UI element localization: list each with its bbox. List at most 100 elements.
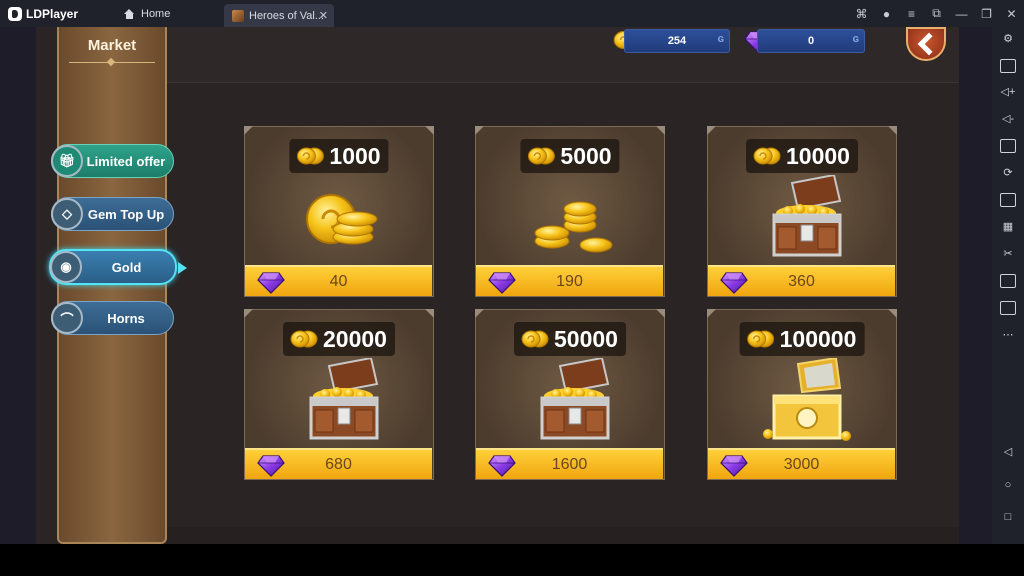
offer-card[interactable]: 20000 680 bbox=[244, 309, 434, 480]
emulator-toolbar: ⚙ ◁+ ◁- ⟳ ▦ ✂ ⋯ ◁ ○ □ bbox=[992, 27, 1024, 544]
gem-balance-value: 0 bbox=[807, 35, 815, 47]
offer-amount: 50000 bbox=[514, 322, 626, 356]
nav-gold-label: Gold bbox=[111, 259, 142, 275]
window-controls: ⌘ ● ≡ ⧉ — ❐ ✕ bbox=[849, 0, 1024, 27]
screen-record-icon[interactable]: ⧉ bbox=[924, 6, 949, 21]
restore-icon[interactable]: ❐ bbox=[974, 7, 999, 21]
menu-icon[interactable]: ≡ bbox=[899, 7, 924, 21]
price-button[interactable]: 360 bbox=[708, 265, 895, 296]
price-button[interactable]: 1600 bbox=[476, 448, 663, 479]
offer-card[interactable]: 1000 40 bbox=[244, 126, 434, 297]
scissors-icon[interactable]: ✂ bbox=[1000, 247, 1016, 261]
account-icon[interactable]: ● bbox=[874, 7, 899, 21]
nav-gold[interactable]: ◉ Gold bbox=[49, 249, 187, 285]
close-window-icon[interactable]: ✕ bbox=[999, 7, 1024, 21]
screenshot-icon[interactable] bbox=[1000, 139, 1016, 153]
offer-amount-value: 1000 bbox=[329, 142, 381, 169]
price-button[interactable]: 3000 bbox=[708, 448, 895, 479]
close-tab-icon[interactable]: ✕ bbox=[319, 9, 328, 22]
offer-amount: 10000 bbox=[746, 139, 858, 173]
game-viewport: 254 ɢ 0 ɢ Market 🎁︎ Limited offer ◇ Gem … bbox=[0, 27, 992, 544]
offer-card[interactable]: 50000 1600 bbox=[475, 309, 665, 480]
treasure-chest-icon bbox=[516, 358, 626, 443]
nav-gem-top-up-label: Gem Top Up bbox=[87, 206, 165, 222]
market-title: Market bbox=[87, 37, 137, 54]
android-recents-icon[interactable]: □ bbox=[1000, 510, 1016, 524]
golden-chest-icon bbox=[748, 358, 858, 443]
offer-amount: 5000 bbox=[520, 139, 620, 173]
nav-limited-offer-label: Limited offer bbox=[86, 153, 166, 169]
horn-icon: ⌒ bbox=[51, 302, 83, 334]
fps-icon[interactable]: ▦ bbox=[1000, 220, 1016, 234]
gem-icon bbox=[257, 453, 285, 477]
gold-coin-icon bbox=[752, 146, 782, 166]
gold-balance-value: 254 bbox=[667, 35, 687, 47]
offer-amount-value: 10000 bbox=[786, 142, 850, 169]
tab-game-label: Heroes of Val... bbox=[249, 9, 324, 22]
tab-home[interactable]: Home bbox=[112, 2, 222, 25]
gem-icon bbox=[488, 270, 516, 294]
sync-icon[interactable]: ⟳ bbox=[1000, 166, 1016, 180]
title-bar: LDPlayer Home Heroes of Val... ✕ ⌘ ● ≡ ⧉… bbox=[0, 0, 1024, 27]
price-value: 1600 bbox=[551, 455, 588, 473]
offer-amount: 20000 bbox=[283, 322, 395, 356]
price-value: 190 bbox=[556, 272, 583, 290]
keyboard-icon[interactable] bbox=[1000, 59, 1016, 73]
price-value: 3000 bbox=[783, 455, 820, 473]
nav-horns[interactable]: ⌒ Horns bbox=[51, 301, 174, 335]
volume-up-icon[interactable]: ◁+ bbox=[1000, 85, 1016, 99]
add-gem-icon[interactable]: ɢ bbox=[853, 33, 859, 45]
nav-gem-top-up[interactable]: ◇ Gem Top Up bbox=[51, 197, 174, 231]
notes-icon[interactable] bbox=[1000, 301, 1016, 315]
gold-balance[interactable]: 254 ɢ bbox=[624, 29, 730, 53]
offer-amount: 100000 bbox=[739, 322, 865, 356]
offer-amount-value: 100000 bbox=[779, 325, 857, 352]
treasure-chest-icon bbox=[748, 175, 858, 260]
offer-amount-value: 20000 bbox=[323, 325, 387, 352]
gold-coin-icon bbox=[746, 329, 776, 349]
gem-icon bbox=[488, 453, 516, 477]
gem-icon bbox=[720, 270, 748, 294]
ldplayer-logo-icon bbox=[8, 6, 22, 21]
video-icon[interactable] bbox=[1000, 274, 1016, 288]
market-panel: Market bbox=[57, 27, 167, 544]
price-value: 360 bbox=[788, 272, 815, 290]
home-icon bbox=[124, 8, 135, 19]
emulator-window: LDPlayer Home Heroes of Val... ✕ ⌘ ● ≡ ⧉… bbox=[0, 0, 1024, 576]
gold-coin-icon bbox=[526, 146, 556, 166]
price-button[interactable]: 40 bbox=[245, 265, 432, 296]
more-icon[interactable]: ⋯ bbox=[1000, 328, 1016, 342]
gold-coin-icon bbox=[289, 329, 319, 349]
install-apk-icon[interactable] bbox=[1000, 193, 1016, 207]
offer-card[interactable]: 10000 360 bbox=[707, 126, 897, 297]
gold-coin-icon bbox=[295, 146, 325, 166]
android-home-icon[interactable]: ○ bbox=[1000, 478, 1016, 492]
volume-down-icon[interactable]: ◁- bbox=[1000, 112, 1016, 126]
android-back-icon[interactable]: ◁ bbox=[1000, 445, 1016, 459]
gem-balance[interactable]: 0 ɢ bbox=[757, 29, 865, 53]
offer-amount-value: 50000 bbox=[554, 325, 618, 352]
add-gold-icon[interactable]: ɢ bbox=[718, 33, 724, 45]
back-arrow-icon bbox=[917, 32, 941, 56]
coin-icon: ◉ bbox=[50, 251, 82, 283]
brand-label: LDPlayer bbox=[26, 6, 79, 21]
gamepad-icon[interactable]: ⌘ bbox=[849, 7, 874, 21]
tab-game[interactable]: Heroes of Val... ✕ bbox=[224, 4, 334, 27]
coin-pile-icon bbox=[534, 201, 613, 253]
price-value: 680 bbox=[325, 455, 352, 473]
price-button[interactable]: 680 bbox=[245, 448, 432, 479]
tab-home-label: Home bbox=[141, 7, 171, 20]
diamond-icon: ◇ bbox=[51, 198, 83, 230]
nav-limited-offer[interactable]: 🎁︎ Limited offer bbox=[51, 144, 174, 178]
gift-icon: 🎁︎ bbox=[51, 145, 83, 177]
minimize-icon[interactable]: — bbox=[949, 7, 974, 21]
price-button[interactable]: 190 bbox=[476, 265, 663, 296]
price-value: 40 bbox=[329, 272, 348, 290]
ornament-divider bbox=[69, 62, 155, 68]
offer-card[interactable]: 5000 190 bbox=[475, 126, 665, 297]
offer-card[interactable]: 100000 3000 bbox=[707, 309, 897, 480]
settings-icon[interactable]: ⚙ bbox=[1000, 32, 1016, 46]
gold-coin-icon bbox=[520, 329, 550, 349]
gem-icon bbox=[720, 453, 748, 477]
game-app-icon bbox=[232, 9, 244, 22]
